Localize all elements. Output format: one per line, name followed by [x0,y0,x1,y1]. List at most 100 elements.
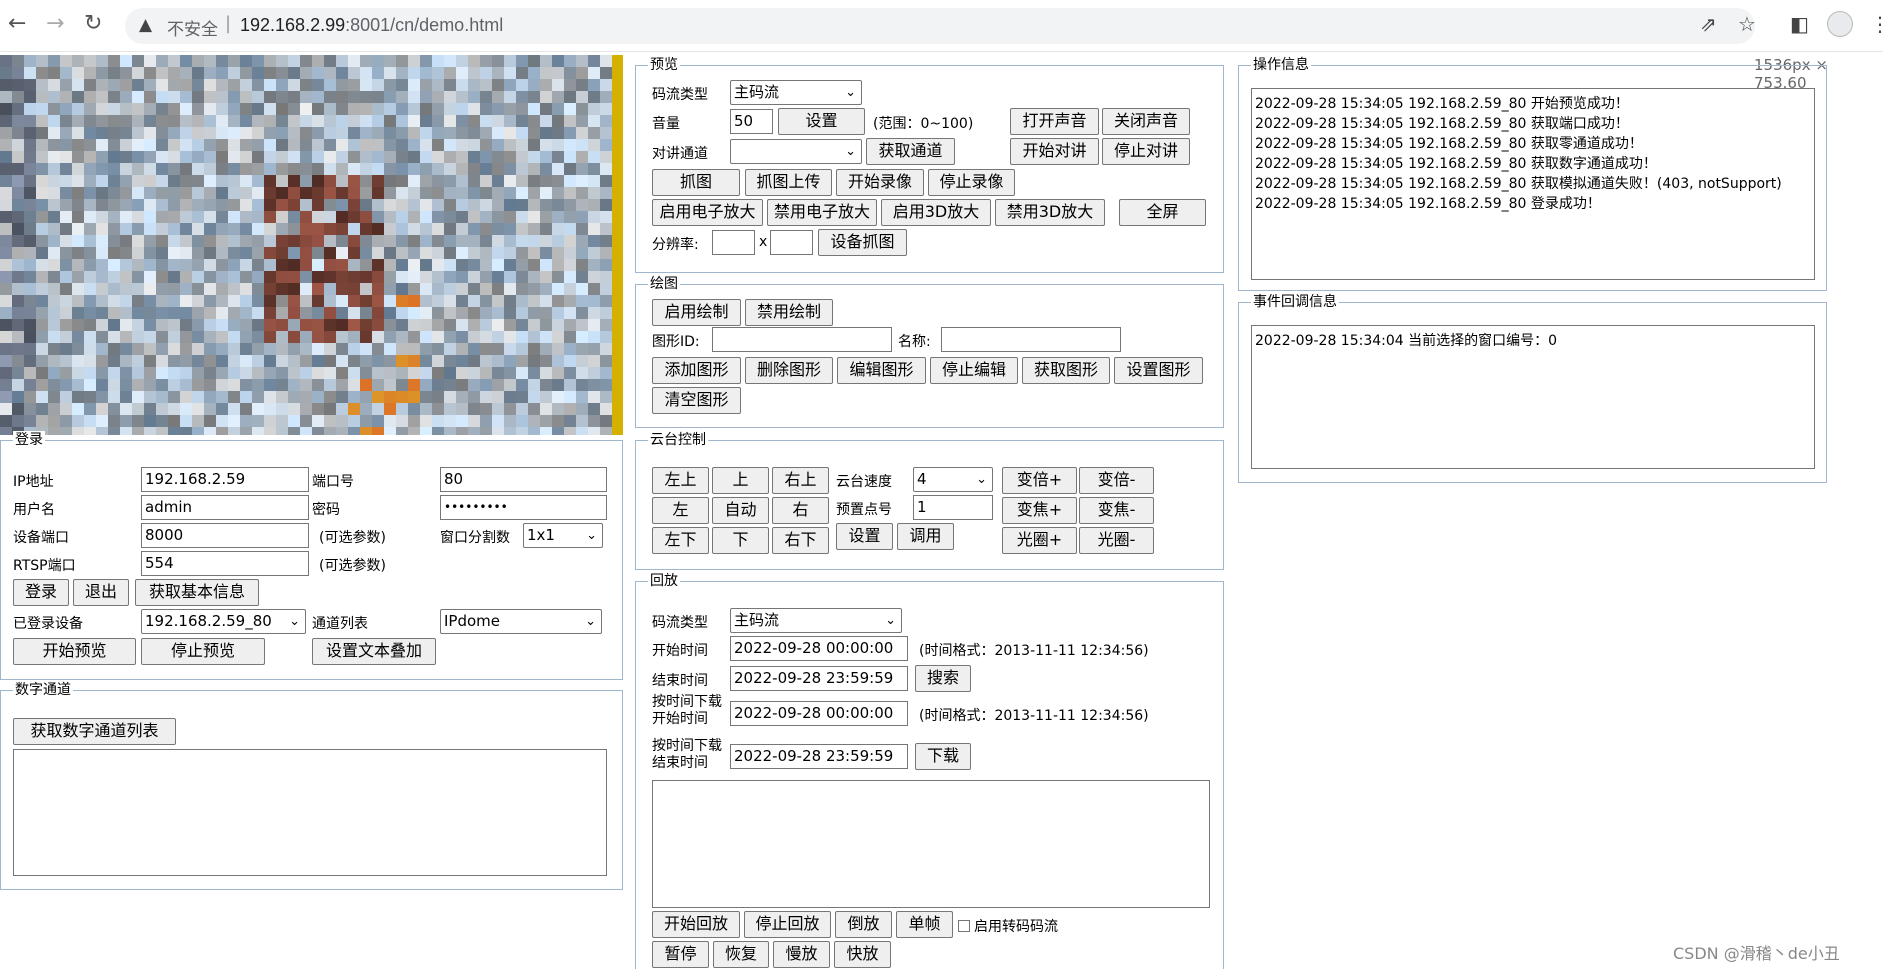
disable-ezoom-button[interactable]: 禁用电子放大 [767,199,877,226]
forward-icon[interactable]: → [46,12,64,36]
url-text[interactable]: 192.168.2.99:8001/cn/demo.html [240,15,503,36]
volume-set-button[interactable]: 设置 [778,108,865,135]
add-shape-button[interactable]: 添加图形 [652,357,741,384]
bookmark-star-icon[interactable]: ☆ [1738,12,1756,36]
volume-input[interactable]: 50 [730,109,773,134]
transcode-toggle[interactable]: 启用转码码流 [958,916,1058,936]
clear-shapes-button[interactable]: 清空图形 [652,387,741,414]
search-button[interactable]: 搜索 [915,665,971,692]
capture-button[interactable]: 抓图 [652,169,740,196]
disable-3d-zoom-button[interactable]: 禁用3D放大 [995,199,1105,226]
stop-record-button[interactable]: 停止录像 [928,169,1015,196]
menu-dots-icon[interactable]: ⋮ [1870,12,1883,36]
share-icon[interactable]: ⇗ [1700,12,1717,36]
rtsp-port-input[interactable]: 554 [141,551,309,576]
download-button[interactable]: 下载 [915,743,971,770]
preset-set-button[interactable]: 设置 [836,523,893,550]
reverse-playback-button[interactable]: 倒放 [835,911,892,938]
ptz-up-left-button[interactable]: 左上 [652,467,709,494]
edit-shape-button[interactable]: 编辑图形 [837,357,926,384]
get-digital-channel-list-button[interactable]: 获取数字通道列表 [13,718,176,745]
preset-call-button[interactable]: 调用 [897,523,954,550]
single-frame-button[interactable]: 单帧 [896,911,953,938]
start-time-input[interactable]: 2022-09-28 00:00:00 [730,636,908,661]
iris-in-button[interactable]: 光圈+ [1002,527,1077,554]
fullscreen-button[interactable]: 全屏 [1119,199,1206,226]
zoom-out-button[interactable]: 变倍- [1079,467,1154,494]
resolution-height-input[interactable] [770,230,813,255]
download-end-time-input[interactable]: 2022-09-28 23:59:59 [730,744,908,769]
enable-draw-button[interactable]: 启用绘制 [652,299,741,326]
enable-ezoom-button[interactable]: 启用电子放大 [652,199,763,226]
talk-channel-select[interactable]: ⌄ [730,139,862,164]
start-record-button[interactable]: 开始录像 [836,169,924,196]
port-input[interactable]: 80 [440,467,607,492]
open-sound-button[interactable]: 打开声音 [1010,108,1099,135]
shape-name-input[interactable] [941,327,1121,352]
stream-type-select[interactable]: 主码流 ⌄ [730,80,862,105]
ptz-up-button[interactable]: 上 [712,467,769,494]
profile-avatar-icon[interactable] [1827,11,1853,37]
disable-draw-button[interactable]: 禁用绘制 [745,299,833,326]
ptz-up-right-button[interactable]: 右上 [772,467,829,494]
window-split-select[interactable]: 1x1 ⌄ [523,523,603,548]
transcode-checkbox[interactable] [958,920,970,932]
warning-icon[interactable]: ▲ [139,15,152,35]
ptz-right-button[interactable]: 右 [772,497,829,524]
ptz-speed-select[interactable]: 4 ⌄ [913,467,993,492]
zoom-in-button[interactable]: 变倍+ [1002,467,1077,494]
logout-button[interactable]: 退出 [73,579,129,606]
stop-preview-button[interactable]: 停止预览 [141,638,265,665]
side-panel-icon[interactable]: ◧ [1790,12,1809,36]
start-talk-button[interactable]: 开始对讲 [1010,138,1099,165]
capture-upload-button[interactable]: 抓图上传 [745,169,832,196]
get-basic-info-button[interactable]: 获取基本信息 [135,579,259,606]
device-port-input[interactable]: 8000 [141,523,309,548]
operation-log[interactable]: 2022-09-28 15:34:05 192.168.2.59_80 开始预览… [1251,88,1815,280]
get-shape-button[interactable]: 获取图形 [1022,357,1110,384]
download-start-time-input[interactable]: 2022-09-28 00:00:00 [730,701,908,726]
device-capture-button[interactable]: 设备抓图 [818,229,907,256]
get-channel-button[interactable]: 获取通道 [866,138,955,165]
start-playback-button[interactable]: 开始回放 [652,911,740,938]
resume-button[interactable]: 恢复 [713,941,769,968]
logged-devices-select[interactable]: 192.168.2.59_80 ⌄ [141,609,306,634]
delete-shape-button[interactable]: 删除图形 [745,357,833,384]
reload-icon[interactable]: ↻ [84,12,102,36]
focus-in-button[interactable]: 变焦+ [1002,497,1077,524]
slow-playback-button[interactable]: 慢放 [773,941,830,968]
ptz-auto-button[interactable]: 自动 [712,497,769,524]
preset-input[interactable]: 1 [913,495,993,520]
playback-stream-type-select[interactable]: 主码流 ⌄ [730,608,902,633]
ptz-down-left-button[interactable]: 左下 [652,527,709,554]
stop-talk-button[interactable]: 停止对讲 [1102,138,1190,165]
start-preview-button[interactable]: 开始预览 [13,638,136,665]
video-preview-window[interactable] [0,55,623,435]
ptz-down-button[interactable]: 下 [712,527,769,554]
pause-button[interactable]: 暂停 [652,941,709,968]
ip-input[interactable]: 192.168.2.59 [141,467,309,492]
digital-channel-list[interactable] [13,749,607,876]
end-time-input[interactable]: 2022-09-28 23:59:59 [730,666,908,691]
login-button[interactable]: 登录 [13,579,69,606]
playback-file-list[interactable] [652,780,1210,908]
iris-out-button[interactable]: 光圈- [1079,527,1154,554]
focus-out-button[interactable]: 变焦- [1079,497,1154,524]
stop-edit-button[interactable]: 停止编辑 [930,357,1018,384]
close-sound-button[interactable]: 关闭声音 [1102,108,1190,135]
ptz-down-right-button[interactable]: 右下 [772,527,829,554]
back-icon[interactable]: ← [8,12,26,36]
event-callback-log[interactable]: 2022-09-28 15:34:04 当前选择的窗口编号：0 [1251,325,1815,469]
channel-list-select[interactable]: IPdome ⌄ [440,609,602,634]
enable-3d-zoom-button[interactable]: 启用3D放大 [881,199,991,226]
stop-playback-button[interactable]: 停止回放 [744,911,831,938]
resolution-width-input[interactable] [712,230,755,255]
ptz-left-button[interactable]: 左 [652,497,709,524]
set-text-overlay-button[interactable]: 设置文本叠加 [312,638,436,665]
set-shape-button[interactable]: 设置图形 [1114,357,1203,384]
address-bar[interactable]: ▲ 不安全 | 192.168.2.99:8001/cn/demo.html [125,8,1755,44]
fast-playback-button[interactable]: 快放 [834,941,891,968]
password-input[interactable]: ••••••••• [440,495,607,520]
username-input[interactable]: admin [141,495,309,520]
shape-id-input[interactable] [712,327,892,352]
